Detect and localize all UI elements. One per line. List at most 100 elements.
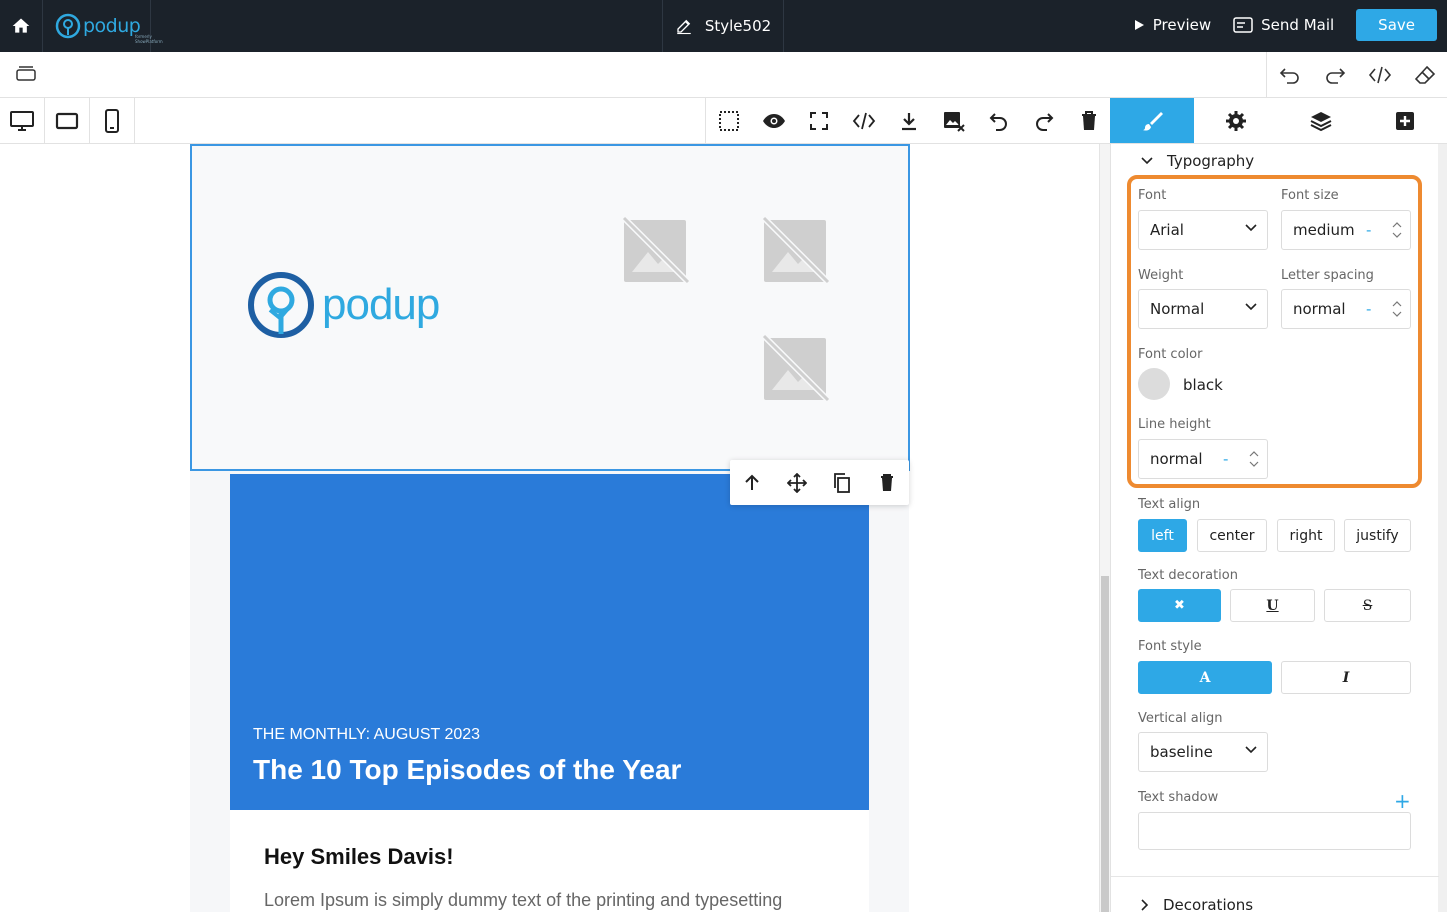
body-text-block[interactable]: Hey Smiles Davis! Lorem Ipsum is simply …: [230, 810, 869, 912]
undo-button[interactable]: [1267, 52, 1312, 97]
font-style-italic-button[interactable]: I: [1281, 661, 1411, 694]
typography-section-header[interactable]: Typography: [1141, 152, 1254, 170]
stepper-icon[interactable]: [1392, 221, 1402, 239]
template-title[interactable]: Style502: [662, 0, 784, 52]
section-divider: [1111, 876, 1439, 877]
decoration-underline-button[interactable]: U: [1230, 589, 1315, 622]
decoration-none-button[interactable]: ✖: [1138, 589, 1221, 622]
add-text-shadow-button[interactable]: +: [1394, 789, 1411, 813]
selected-header-block[interactable]: podup: [190, 144, 910, 471]
panel-scrollbar[interactable]: [1438, 144, 1447, 912]
podup-logo-icon: [248, 272, 314, 338]
undo-tool-button[interactable]: [976, 98, 1021, 143]
logo-text: podup: [83, 15, 141, 37]
logo-subtext: formerly ShowPlatform: [135, 34, 163, 44]
move-block-button[interactable]: [775, 460, 820, 505]
home-button[interactable]: [0, 0, 43, 52]
tablet-view-button[interactable]: [45, 98, 90, 143]
undo-icon: [1279, 67, 1299, 84]
font-size-label: Font size: [1281, 188, 1339, 203]
preview-eye-button[interactable]: [751, 98, 796, 143]
tab-settings[interactable]: [1194, 98, 1278, 143]
line-height-unit[interactable]: -: [1223, 450, 1228, 468]
text-shadow-list[interactable]: [1138, 812, 1411, 850]
fullscreen-button[interactable]: [796, 98, 841, 143]
layers-menu-button[interactable]: [15, 64, 37, 88]
stepper-icon[interactable]: [1392, 300, 1402, 318]
align-left-button[interactable]: left: [1138, 519, 1187, 552]
select-parent-button[interactable]: [730, 460, 775, 505]
letter-spacing-label: Letter spacing: [1281, 268, 1374, 283]
desktop-view-button[interactable]: [0, 98, 45, 143]
font-label: Font: [1138, 188, 1167, 203]
decoration-strike-button[interactable]: S: [1324, 589, 1411, 622]
export-code-button[interactable]: [841, 98, 886, 143]
line-height-label: Line height: [1138, 417, 1211, 432]
vertical-align-select[interactable]: baseline: [1138, 732, 1268, 772]
greeting-heading[interactable]: Hey Smiles Davis!: [264, 844, 454, 870]
canvas-scroll-thumb[interactable]: [1101, 576, 1109, 912]
fullscreen-icon: [809, 111, 828, 130]
hero-block[interactable]: THE MONTHLY: AUGUST 2023 The 10 Top Epis…: [230, 474, 869, 810]
text-decoration-label: Text decoration: [1138, 568, 1238, 583]
stepper-icon[interactable]: [1249, 450, 1259, 468]
align-justify-button[interactable]: justify: [1344, 519, 1411, 552]
vertical-align-label: Vertical align: [1138, 711, 1223, 726]
font-size-input[interactable]: medium -: [1281, 210, 1411, 250]
font-style-normal-button[interactable]: A: [1138, 661, 1272, 694]
preview-button[interactable]: Preview: [1133, 16, 1211, 34]
send-mail-button[interactable]: Send Mail: [1233, 16, 1334, 34]
clone-block-button[interactable]: [820, 460, 865, 505]
redo-icon: [1325, 67, 1345, 84]
font-size-unit[interactable]: -: [1366, 221, 1371, 239]
copy-icon: [833, 472, 850, 493]
hero-kicker[interactable]: THE MONTHLY: AUGUST 2023: [253, 726, 480, 744]
body-paragraph[interactable]: Lorem Ipsum is simply dummy text of the …: [264, 890, 782, 911]
delete-block-button[interactable]: [864, 460, 909, 505]
tab-style-manager[interactable]: [1110, 98, 1195, 143]
pencil-icon: [677, 19, 691, 35]
font-select[interactable]: Arial: [1138, 210, 1268, 250]
download-icon: [901, 112, 916, 130]
weight-select[interactable]: Normal: [1138, 289, 1268, 329]
align-right-button[interactable]: right: [1277, 519, 1335, 552]
broken-image-icon[interactable]: [758, 214, 832, 288]
editor-canvas[interactable]: podup THE MONTHLY: AUGUST 2023 The 10 To…: [0, 144, 1099, 912]
secondary-toolbar: [0, 52, 1447, 98]
download-button[interactable]: [886, 98, 931, 143]
save-button[interactable]: Save: [1356, 9, 1437, 41]
tab-blocks[interactable]: [1363, 98, 1447, 143]
undo-icon: [989, 112, 1007, 131]
hero-title[interactable]: The 10 Top Episodes of the Year: [253, 754, 681, 786]
paintbrush-icon: [1143, 111, 1164, 131]
delete-canvas-button[interactable]: [1066, 98, 1111, 143]
broken-image-icon[interactable]: [618, 214, 692, 288]
canvas-scrollbar[interactable]: [1099, 144, 1110, 912]
letter-spacing-unit[interactable]: -: [1366, 300, 1371, 318]
broken-image-icon[interactable]: [758, 332, 832, 406]
trash-icon: [1081, 110, 1096, 130]
remove-images-button[interactable]: [931, 98, 976, 143]
font-color-swatch[interactable]: [1138, 368, 1170, 400]
brand-logo[interactable]: podup: [246, 270, 440, 340]
style-manager-panel: Typography Font Arial Font size medium -…: [1110, 144, 1447, 914]
app-logo[interactable]: podup formerly ShowPlatform: [43, 0, 163, 52]
redo-button[interactable]: [1312, 52, 1357, 97]
gear-icon: [1226, 110, 1247, 131]
font-color-value[interactable]: black: [1183, 376, 1223, 394]
font-color-label: Font color: [1138, 347, 1203, 362]
mobile-view-button[interactable]: [90, 98, 135, 143]
align-center-button[interactable]: center: [1197, 519, 1267, 552]
tab-layers[interactable]: [1279, 98, 1363, 143]
line-height-input[interactable]: normal -: [1138, 439, 1268, 479]
decorations-section-header[interactable]: Decorations: [1141, 896, 1253, 914]
show-borders-button[interactable]: [706, 98, 751, 143]
tablet-icon: [55, 112, 79, 129]
chevron-down-icon: [1245, 303, 1257, 311]
code-view-button[interactable]: [1357, 52, 1402, 97]
clear-button[interactable]: [1402, 52, 1447, 97]
redo-tool-button[interactable]: [1021, 98, 1066, 143]
chevron-down-icon: [1141, 157, 1153, 165]
letter-spacing-input[interactable]: normal -: [1281, 289, 1411, 329]
mobile-icon: [105, 108, 119, 133]
